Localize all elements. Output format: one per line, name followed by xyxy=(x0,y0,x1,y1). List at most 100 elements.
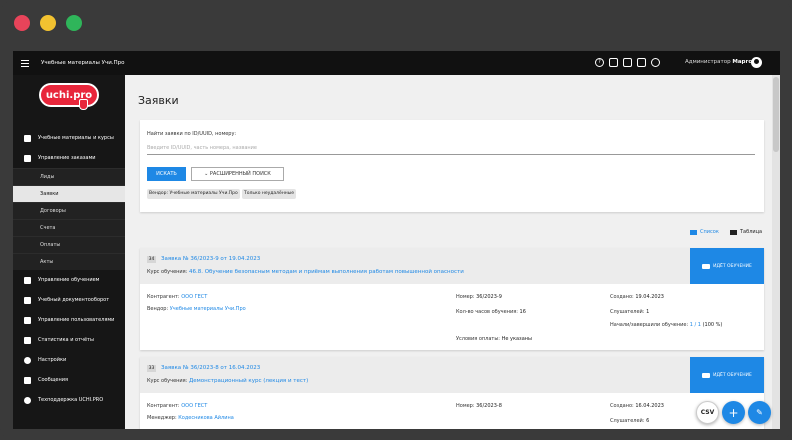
orders-icon xyxy=(24,154,31,162)
course-link[interactable]: 46.8. Обучение безопасным методам и приё… xyxy=(189,269,464,275)
sidebar-item-materials[interactable]: Учебные материалы и курсы xyxy=(13,128,125,148)
logo[interactable]: uchi.pro xyxy=(39,83,99,107)
sidebar-item-support[interactable]: Техподдержка UCHI.PRO xyxy=(13,390,125,410)
status-badge[interactable]: ИДЁТ ОБУЧЕНИЕ xyxy=(690,357,764,393)
sidebar-sub-acts[interactable]: Акты xyxy=(13,253,125,270)
list-icon[interactable] xyxy=(637,58,646,67)
order-title-link[interactable]: Заявка № 36/2023-9 от 19.04.2023 xyxy=(161,256,260,262)
order-course: Курс обучения: 46.8. Обучение безопасным… xyxy=(147,269,464,275)
magic-wand-button[interactable]: ✎ xyxy=(748,401,771,424)
sidebar-item-stats[interactable]: Статистика и отчёты xyxy=(13,330,125,350)
number-field: Номер: 36/2023-8 xyxy=(456,403,502,409)
view-table-toggle[interactable]: Таблица xyxy=(730,229,762,235)
scrollbar-thumb[interactable] xyxy=(773,77,779,152)
field-value: 1 xyxy=(646,309,650,315)
order-header: 33 Заявка № 36/2023-8 от 16.04.2023 Курс… xyxy=(140,357,764,393)
sidebar-item-training[interactable]: Управление обучением xyxy=(13,270,125,290)
sidebar-item-settings[interactable]: Настройки xyxy=(13,350,125,370)
sidebar-sub-invoices[interactable]: Счета xyxy=(13,219,125,236)
sidebar-item-label: Управление обучением xyxy=(38,277,100,283)
field-label: Условия оплаты: xyxy=(456,336,500,342)
help-icon[interactable]: ? xyxy=(595,58,604,67)
sidebar-sub-contracts[interactable]: Договоры xyxy=(13,202,125,219)
order-id-badge: 33 xyxy=(147,365,156,372)
course-link[interactable]: Демонстрационный курс (лекция и тест) xyxy=(189,378,308,384)
sidebar-item-label: Настройки xyxy=(38,357,67,363)
field-value: 16 xyxy=(519,309,526,315)
sidebar: uchi.pro Учебные материалы и курсы Управ… xyxy=(13,75,125,429)
search-card: Найти заявки по ID/UUID, номеру: Введите… xyxy=(140,120,764,212)
listeners-field: Слушателей: 1 xyxy=(610,309,649,315)
search-input[interactable]: Введите ID/UUID, часть номера, название xyxy=(147,142,755,155)
minimize-window-dot[interactable] xyxy=(40,15,56,31)
manager-link[interactable]: Кодесникова Айлина xyxy=(178,415,234,421)
order-card: 33 Заявка № 36/2023-8 от 16.04.2023 Курс… xyxy=(140,357,764,429)
chat-icon[interactable] xyxy=(609,58,618,67)
progress-field: Начали/завершили обучение: 1 / 1 (100 %) xyxy=(610,322,722,328)
list-view-icon xyxy=(690,229,697,235)
sidebar-item-documents[interactable]: Учебный документооборот xyxy=(13,290,125,310)
field-label: Слушателей: xyxy=(610,418,645,424)
messages-icon xyxy=(24,376,31,384)
search-label: Найти заявки по ID/UUID, номеру: xyxy=(147,131,237,137)
sidebar-item-label: Управление пользователями xyxy=(38,317,115,323)
field-label: Менеджер: xyxy=(147,415,177,421)
maximize-window-dot[interactable] xyxy=(66,15,82,31)
csv-export-button[interactable]: CSV xyxy=(696,401,719,424)
sidebar-item-orders[interactable]: Управление заказами xyxy=(13,148,125,168)
status-label: ИДЁТ ОБУЧЕНИЕ xyxy=(713,372,752,378)
contractor-link[interactable]: ООО ГЕСТ xyxy=(181,403,207,409)
close-window-dot[interactable] xyxy=(14,15,30,31)
order-title-link[interactable]: Заявка № 36/2023-8 от 16.04.2023 xyxy=(161,365,260,371)
field-label: Начали/завершили обучение: xyxy=(610,322,689,328)
avatar[interactable] xyxy=(751,57,762,68)
field-value: 19.04.2023 xyxy=(635,294,664,300)
filter-chip-unlinked[interactable]: Только неудалённые xyxy=(242,189,297,199)
course-label: Курс обучения: xyxy=(147,378,188,384)
app-screen: Учебные материалы Учи.Про ? Администрато… xyxy=(13,51,780,429)
notification-icon[interactable] xyxy=(651,58,660,67)
field-value: (100 %) xyxy=(702,322,723,328)
field-label: Создано: xyxy=(610,403,634,409)
contractor-field: Контрагент: ООО ГЕСТ xyxy=(147,294,207,300)
sidebar-item-label: Сообщения xyxy=(38,377,69,383)
course-label: Курс обучения: xyxy=(147,269,188,275)
admin-role: Администратор xyxy=(685,59,731,65)
sidebar-item-label: Учебные материалы и курсы xyxy=(38,135,114,141)
admin-name: Марго xyxy=(732,59,753,65)
field-label: Номер: xyxy=(456,294,475,300)
sidebar-item-users[interactable]: Управление пользователями xyxy=(13,310,125,330)
contractor-link[interactable]: ООО ГЕСТ xyxy=(181,294,207,300)
sidebar-sub-requests[interactable]: Заявки xyxy=(13,185,125,202)
sidebar-item-label: Техподдержка UCHI.PRO xyxy=(38,397,104,403)
sidebar-item-messages[interactable]: Сообщения xyxy=(13,370,125,390)
manager-field: Менеджер: Кодесникова Айлина xyxy=(147,415,234,421)
add-button[interactable]: + xyxy=(722,401,745,424)
sidebar-sub-payments[interactable]: Оплаты xyxy=(13,236,125,253)
advanced-search-label: РАСШИРЕННЫЙ ПОИСК xyxy=(209,171,271,177)
page-title: Заявки xyxy=(138,94,179,107)
filter-chip-vendor[interactable]: Вендор: Учебные материалы Учи.Про xyxy=(147,189,240,199)
search-button[interactable]: ИСКАТЬ xyxy=(147,167,186,181)
sidebar-sub-leads[interactable]: Лиды xyxy=(13,168,125,185)
scrollbar[interactable] xyxy=(772,75,780,429)
field-label: Контрагент: xyxy=(147,294,180,300)
view-list-toggle[interactable]: Список xyxy=(690,229,719,235)
users-icon xyxy=(24,316,31,324)
field-value: 16.04.2023 xyxy=(635,403,664,409)
sidebar-item-label: Статистика и отчёты xyxy=(38,337,94,343)
hours-field: Кол-во часов обучения: 16 xyxy=(456,309,526,315)
book-icon[interactable] xyxy=(623,58,632,67)
vendor-link[interactable]: Учебные материалы Учи.Про xyxy=(170,306,246,312)
field-label: Контрагент: xyxy=(147,403,180,409)
top-bar: Учебные материалы Учи.Про ? Администрато… xyxy=(13,51,780,75)
field-value: 36/2023-9 xyxy=(476,294,502,300)
status-badge[interactable]: ИДЁТ ОБУЧЕНИЕ xyxy=(690,248,764,284)
admin-label: Администратор Марго xyxy=(685,59,752,65)
progress-link[interactable]: 1 / 1 xyxy=(690,322,701,328)
advanced-search-button[interactable]: ⌄ РАСШИРЕННЫЙ ПОИСК xyxy=(191,167,284,181)
menu-icon[interactable] xyxy=(21,59,29,67)
support-icon xyxy=(24,396,31,404)
document-icon xyxy=(24,296,31,304)
sidebar-nav: Учебные материалы и курсы Управление зак… xyxy=(13,128,125,410)
